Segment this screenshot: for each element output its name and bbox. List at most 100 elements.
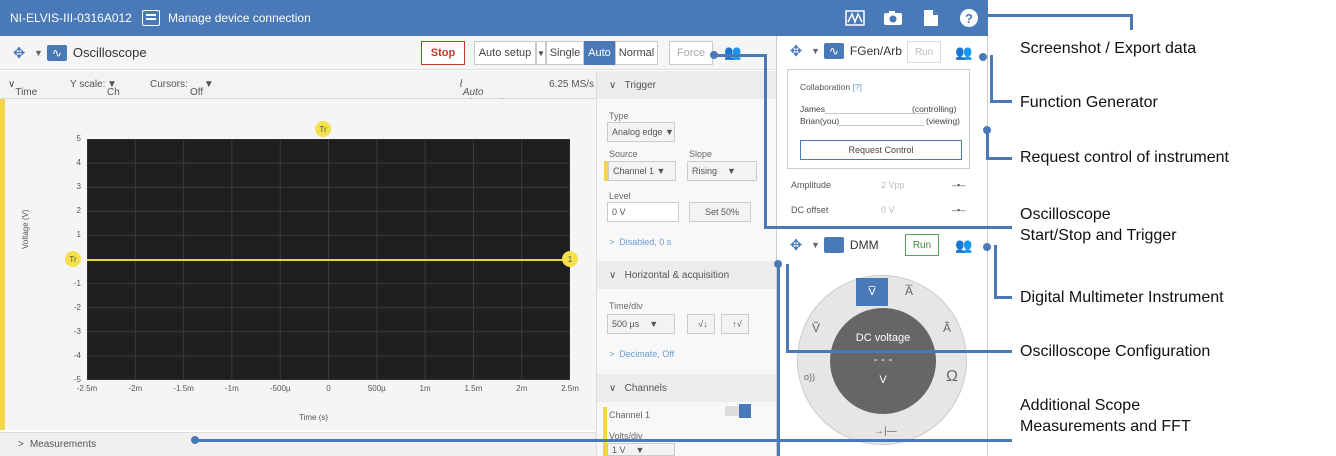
collab-user-brian: Brian(you)__________________: [800, 116, 925, 126]
graph-header: ∨ Time Y scale: Ch 1 ▼ Cursors: Off ▼ ⌇ …: [0, 71, 596, 109]
voltsdiv-select[interactable]: 1 V ▼: [607, 443, 675, 456]
offset-value[interactable]: 0 V: [881, 205, 895, 215]
scope-toolbar: ✥ ▼ ∿ Oscilloscope: [0, 36, 776, 70]
force-button[interactable]: Force: [669, 41, 713, 65]
dmm-icon: [823, 237, 844, 253]
camera-icon[interactable]: [874, 0, 912, 36]
request-control-button[interactable]: Request Control: [800, 140, 962, 160]
trigger-slope-select[interactable]: Rising ▼: [687, 161, 757, 181]
move-icon[interactable]: ✥: [785, 234, 807, 256]
horizontal-section[interactable]: ∨ Horizontal & acquisition: [597, 261, 777, 289]
channel-1-toggle[interactable]: [725, 404, 751, 418]
level-input[interactable]: 0 V: [607, 202, 679, 222]
fgen-collaboration-icon[interactable]: 👥: [955, 44, 972, 61]
y-tick-label: -2: [73, 302, 81, 312]
normal-button[interactable]: Normal: [615, 41, 658, 65]
fgen-run-button[interactable]: Run: [907, 41, 941, 63]
oscilloscope-icon: ∿: [46, 44, 67, 61]
dmm-title: DMM: [849, 238, 879, 252]
trigger-time-marker[interactable]: Tr: [315, 121, 331, 137]
scope-title: Oscilloscope: [72, 45, 147, 60]
auto-setup-dropdown[interactable]: ▼: [536, 41, 546, 65]
y-tick-label: -4: [73, 350, 81, 360]
auto-setup-button[interactable]: Auto setup: [474, 41, 536, 65]
auto-mode-button[interactable]: Auto: [584, 41, 615, 65]
y-axis-label: Voltage (V): [21, 209, 30, 249]
trigger-section[interactable]: ∨ Trigger: [597, 71, 777, 99]
collaboration-icon[interactable]: 👥: [724, 44, 741, 61]
decimate-toggle[interactable]: > Decimate, Off: [609, 349, 674, 359]
continuity-mode[interactable]: o)): [804, 372, 815, 382]
dmm-collaboration-icon[interactable]: 👥: [955, 237, 972, 254]
help-icon[interactable]: ?: [950, 0, 988, 36]
ac-current-mode[interactable]: Ã: [943, 321, 951, 335]
waveform-export-icon[interactable]: [836, 0, 874, 36]
y-tick-label: -1: [73, 278, 81, 288]
chevron-down-icon[interactable]: ▼: [811, 240, 820, 250]
sample-rate: 6.25 MS/s: [549, 79, 595, 90]
zoom-in-button[interactable]: ↑√: [721, 314, 749, 334]
manage-connection-button[interactable]: Manage device connection: [142, 10, 311, 26]
y-tick-label: 3: [76, 182, 81, 192]
document-icon[interactable]: [912, 0, 950, 36]
annotation-request-control: Request control of instrument: [1020, 149, 1229, 166]
trigger-type-select[interactable]: Analog edge ▼: [607, 122, 675, 142]
dmm-mode-label: DC voltage: [855, 332, 911, 344]
dmm-mode-dial[interactable]: V̅ A̅ Ṽ Ã o)) Ω →|— DC voltage - - - V: [797, 275, 967, 445]
x-tick-label: 2.5m: [561, 384, 579, 393]
amplitude-label: Amplitude: [791, 180, 832, 190]
level-label: Level: [609, 191, 631, 201]
y-tick-label: 1: [76, 230, 81, 240]
y-scale-select[interactable]: Ch 1 ▼: [107, 79, 120, 109]
channel-1-marker[interactable]: 1: [562, 251, 578, 267]
cursors-select[interactable]: Off ▼: [190, 79, 214, 98]
timediv-label: Time/div: [609, 301, 643, 311]
amplitude-slider-icon[interactable]: –▪–: [952, 180, 965, 190]
x-tick-label: -1.5m: [173, 384, 194, 393]
x-tick-label: 1.5m: [464, 384, 483, 393]
measurements-label: Measurements: [29, 439, 96, 450]
x-tick-label: 0: [326, 384, 331, 393]
channels-section[interactable]: ∨ Channels: [597, 374, 777, 402]
move-icon[interactable]: ✥: [785, 40, 807, 62]
move-icon[interactable]: ✥: [8, 42, 30, 64]
title-bar: NI-ELVIS-III-0316A012 Manage device conn…: [0, 0, 988, 36]
x-tick-label: 2m: [516, 384, 528, 393]
holdoff-toggle[interactable]: > Disabled, 0 s: [609, 237, 671, 247]
measurements-bar[interactable]: > Measurements: [0, 432, 596, 456]
resistance-mode[interactable]: Ω: [946, 368, 958, 386]
collab-user-james-state: (controlling): [912, 104, 957, 114]
offset-slider-icon[interactable]: –▪–: [952, 205, 965, 215]
y-tick-label: -5: [73, 375, 81, 384]
single-button[interactable]: Single: [546, 41, 584, 65]
x-tick-label: 1m: [419, 384, 431, 393]
connection-icon: [142, 10, 160, 26]
chevron-down-icon[interactable]: ▼: [34, 48, 43, 58]
dmm-reading: - - -: [873, 352, 893, 366]
ac-voltage-mode[interactable]: Ṽ: [812, 321, 820, 335]
zoom-out-button[interactable]: √↓: [687, 314, 715, 334]
timediv-select[interactable]: 500 µs ▼: [607, 314, 675, 334]
dc-voltage-mode[interactable]: V̅: [856, 278, 888, 306]
dc-current-mode[interactable]: A̅: [905, 284, 913, 298]
set-50-button[interactable]: Set 50%: [689, 202, 751, 222]
type-label: Type: [609, 111, 629, 121]
time-toggle[interactable]: ∨ Time: [8, 79, 37, 98]
dmm-unit: V: [879, 374, 887, 386]
trigger-level-marker[interactable]: Tr: [65, 251, 81, 267]
diode-mode[interactable]: →|—: [874, 426, 897, 437]
y-tick-label: 2: [76, 206, 81, 216]
trigger-source-select[interactable]: Channel 1 ▼: [608, 161, 676, 181]
channel-1-trace: [87, 258, 570, 261]
collab-help-link[interactable]: [?]: [852, 82, 861, 92]
stop-button[interactable]: Stop: [421, 41, 465, 65]
chevron-down-icon[interactable]: ▼: [811, 46, 820, 56]
amplitude-value[interactable]: 2 Vpp: [881, 180, 905, 190]
oscilloscope-graph[interactable]: 543210-1-2-3-4-5 -2.5m-2m-1.5m-1m-500µ05…: [0, 99, 596, 430]
dmm-display: DC voltage - - - V: [830, 308, 936, 414]
chevron-right-icon: >: [18, 439, 24, 450]
auto-setup-label: Auto setup: [478, 47, 532, 59]
dmm-run-button[interactable]: Run: [905, 234, 939, 256]
annotation-dmm: Digital Multimeter Instrument: [1020, 289, 1224, 306]
source-label: Source: [609, 149, 638, 159]
